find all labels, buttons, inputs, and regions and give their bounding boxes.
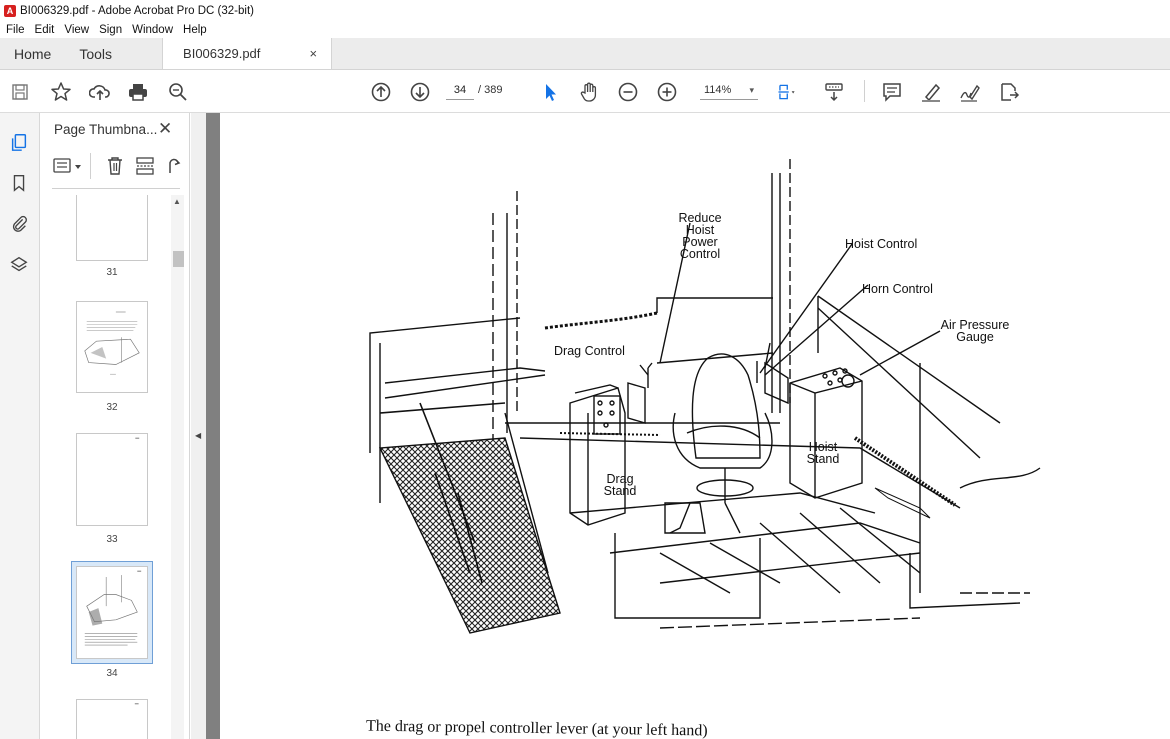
menu-edit[interactable]: Edit [35,24,55,36]
close-panel-button[interactable]: ✕ [158,119,172,139]
chevron-down-icon: ▾ [749,85,754,95]
thumbnail-label-34: 34 [106,668,118,679]
label-horn-control: Horn Control [862,282,933,296]
page-thumbnails-panel: Page Thumbna... ✕ 31 32 33 34 ▲ [40,113,190,739]
rotate-page-icon[interactable] [162,155,184,177]
thumbnail-label-32: 32 [106,402,118,413]
thumbnail-page-32[interactable] [76,301,148,393]
upload-cloud-icon[interactable] [88,80,112,104]
options-menu-icon[interactable] [52,155,86,177]
thumbnail-page-34[interactable] [76,566,148,659]
page-total-label: / 389 [478,84,503,96]
label-drag-control: Drag Control [554,344,625,358]
bookmarks-icon[interactable] [8,172,30,194]
menu-bar: File Edit View Sign Window Help [0,21,1170,38]
fit-page-icon[interactable] [772,80,804,104]
tab-tools[interactable]: Tools [65,38,126,69]
label-hoist-control: Hoist Control [845,237,918,251]
zoom-level-value: 114% [704,84,732,96]
page-down-icon[interactable] [408,80,432,104]
sign-icon[interactable] [958,80,982,104]
thumbnails-scrollbar[interactable]: ▲ [171,195,184,739]
page-thumbnails-icon[interactable] [8,131,30,153]
label-hoist-stand: Hoist Stand [803,441,843,466]
save-icon[interactable] [8,80,32,104]
label-line: Stand [806,452,840,466]
delete-page-icon[interactable] [104,155,126,177]
print-icon[interactable] [126,80,150,104]
panel-toolbar [52,153,182,181]
window-title: BI006329.pdf - Adobe Acrobat Pro DC (32-… [20,4,254,17]
thumbnail-label-31: 31 [106,267,118,278]
scroll-mode-icon[interactable] [822,80,846,104]
share-icon[interactable] [997,80,1021,104]
label-reduce-hoist-power-control: Reduce Hoist Power Control [670,212,730,261]
document-viewport: Reduce Hoist Power Control Hoist Control… [206,113,1170,739]
thumbnail-page-33[interactable] [76,433,148,526]
tab-document[interactable]: BI006329.pdf × [162,38,333,69]
comment-icon[interactable] [880,80,904,104]
tab-document-label: BI006329.pdf [183,46,261,61]
tab-home[interactable]: Home [0,38,65,69]
extract-page-icon[interactable] [134,155,156,177]
acrobat-icon: A [4,4,16,17]
zoom-out-icon[interactable] [616,80,640,104]
scrollbar-thumb[interactable] [173,251,184,267]
hand-tool-icon[interactable] [577,80,601,104]
menu-view[interactable]: View [64,24,89,36]
zoom-search-icon[interactable] [166,80,190,104]
page-up-icon[interactable] [369,80,393,104]
thumbnail-label-33: 33 [106,534,118,545]
page-number-input[interactable]: 34 [446,80,474,100]
layers-icon[interactable] [8,254,30,276]
menu-file[interactable]: File [6,24,25,36]
label-line: Stand [603,484,637,498]
scroll-up-icon[interactable]: ▲ [173,197,181,206]
select-cursor-icon[interactable] [538,80,562,104]
panel-title: Page Thumbna... [54,122,158,137]
panel-collapse-strip[interactable]: ◀ [191,113,206,739]
menu-window[interactable]: Window [132,24,173,36]
title-bar: A BI006329.pdf - Adobe Acrobat Pro DC (3… [0,0,1170,21]
tab-bar: Home Tools BI006329.pdf × [0,38,1170,70]
menu-help[interactable]: Help [183,24,207,36]
label-line: Gauge [956,330,994,344]
zoom-level-select[interactable]: 114% ▾ [700,80,758,100]
highlight-pen-icon[interactable] [919,80,943,104]
zoom-in-icon[interactable] [655,80,679,104]
panel-tools-divider [90,153,91,179]
thumbnail-page-31[interactable] [76,195,148,261]
thumbnail-page-35[interactable] [76,699,148,739]
operator-cab-illustration [369,159,1041,634]
pdf-page: Reduce Hoist Power Control Hoist Control… [220,113,1170,739]
collapse-left-icon[interactable]: ◀ [195,431,201,440]
bookmark-star-icon[interactable] [49,80,73,104]
menu-sign[interactable]: Sign [99,24,122,36]
label-air-pressure-gauge: Air Pressure Gauge [930,319,1020,344]
attachments-icon[interactable] [8,212,30,234]
page-body-text: The drag or propel controller lever (at … [365,717,708,739]
close-tab-button[interactable]: × [309,46,317,61]
label-line: Control [679,247,721,261]
toolbar-divider [864,80,865,102]
label-drag-stand: Drag Stand [600,473,640,498]
panel-divider [52,188,180,189]
navigation-rail [0,113,40,739]
